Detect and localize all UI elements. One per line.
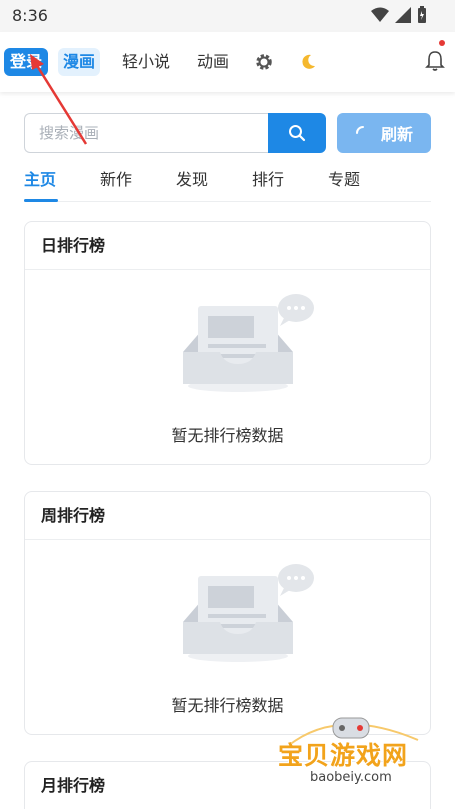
daily-ranking-card: 日排行榜 暂无排行榜数据 (24, 221, 431, 465)
bell-icon (425, 51, 445, 71)
nav-tab-light-novel[interactable]: 轻小说 (122, 48, 170, 76)
battery-icon (418, 6, 426, 23)
signal-icon (395, 7, 411, 23)
search-input[interactable] (24, 113, 268, 153)
empty-state-text: 暂无排行榜数据 (171, 426, 284, 445)
tab-home[interactable]: 主页 (24, 166, 56, 190)
dark-mode-button[interactable] (298, 48, 320, 76)
wifi-icon (371, 7, 389, 22)
tab-ranking[interactable]: 排行 (252, 166, 284, 190)
card-title: 日排行榜 (25, 222, 430, 270)
watermark-logo: 宝贝游戏网 baobeiy.com (278, 712, 428, 806)
search-icon (289, 125, 306, 142)
active-tab-indicator (24, 199, 58, 202)
top-nav: 登录 漫画 轻小说 动画 (0, 32, 455, 92)
nav-tab-manga[interactable]: 漫画 (58, 48, 100, 76)
settings-button[interactable] (254, 48, 276, 76)
status-icons (371, 6, 427, 24)
card-body: 暂无排行榜数据 (25, 540, 430, 734)
empty-inbox-icon (183, 564, 314, 662)
refresh-button[interactable]: 刷新 (337, 113, 431, 153)
tab-discover[interactable]: 发现 (176, 166, 208, 190)
notification-badge-dot (439, 40, 445, 46)
status-time: 8:36 (12, 6, 48, 25)
watermark-domain: baobeiy.com (310, 770, 392, 785)
loading-spinner-icon (355, 126, 364, 134)
watermark-name: 宝贝游戏网 (278, 741, 409, 770)
search-bar (24, 113, 326, 153)
login-button[interactable]: 登录 (4, 48, 48, 76)
card-title: 周排行榜 (25, 492, 430, 540)
weekly-ranking-card: 周排行榜 暂无排行榜数据 (24, 491, 431, 735)
section-tabs: 主页 新作 发现 排行 专题 (24, 160, 431, 202)
status-bar: 8:36 (0, 0, 455, 32)
notification-button[interactable] (425, 50, 447, 76)
nav-tab-anime[interactable]: 动画 (197, 48, 229, 76)
moon-icon (302, 54, 315, 69)
gear-icon (256, 54, 272, 70)
tab-new[interactable]: 新作 (100, 166, 132, 190)
refresh-label: 刷新 (380, 125, 413, 144)
empty-inbox-icon (183, 294, 314, 392)
search-button[interactable] (268, 113, 326, 153)
tab-topics[interactable]: 专题 (328, 166, 360, 190)
card-body: 暂无排行榜数据 (25, 270, 430, 464)
